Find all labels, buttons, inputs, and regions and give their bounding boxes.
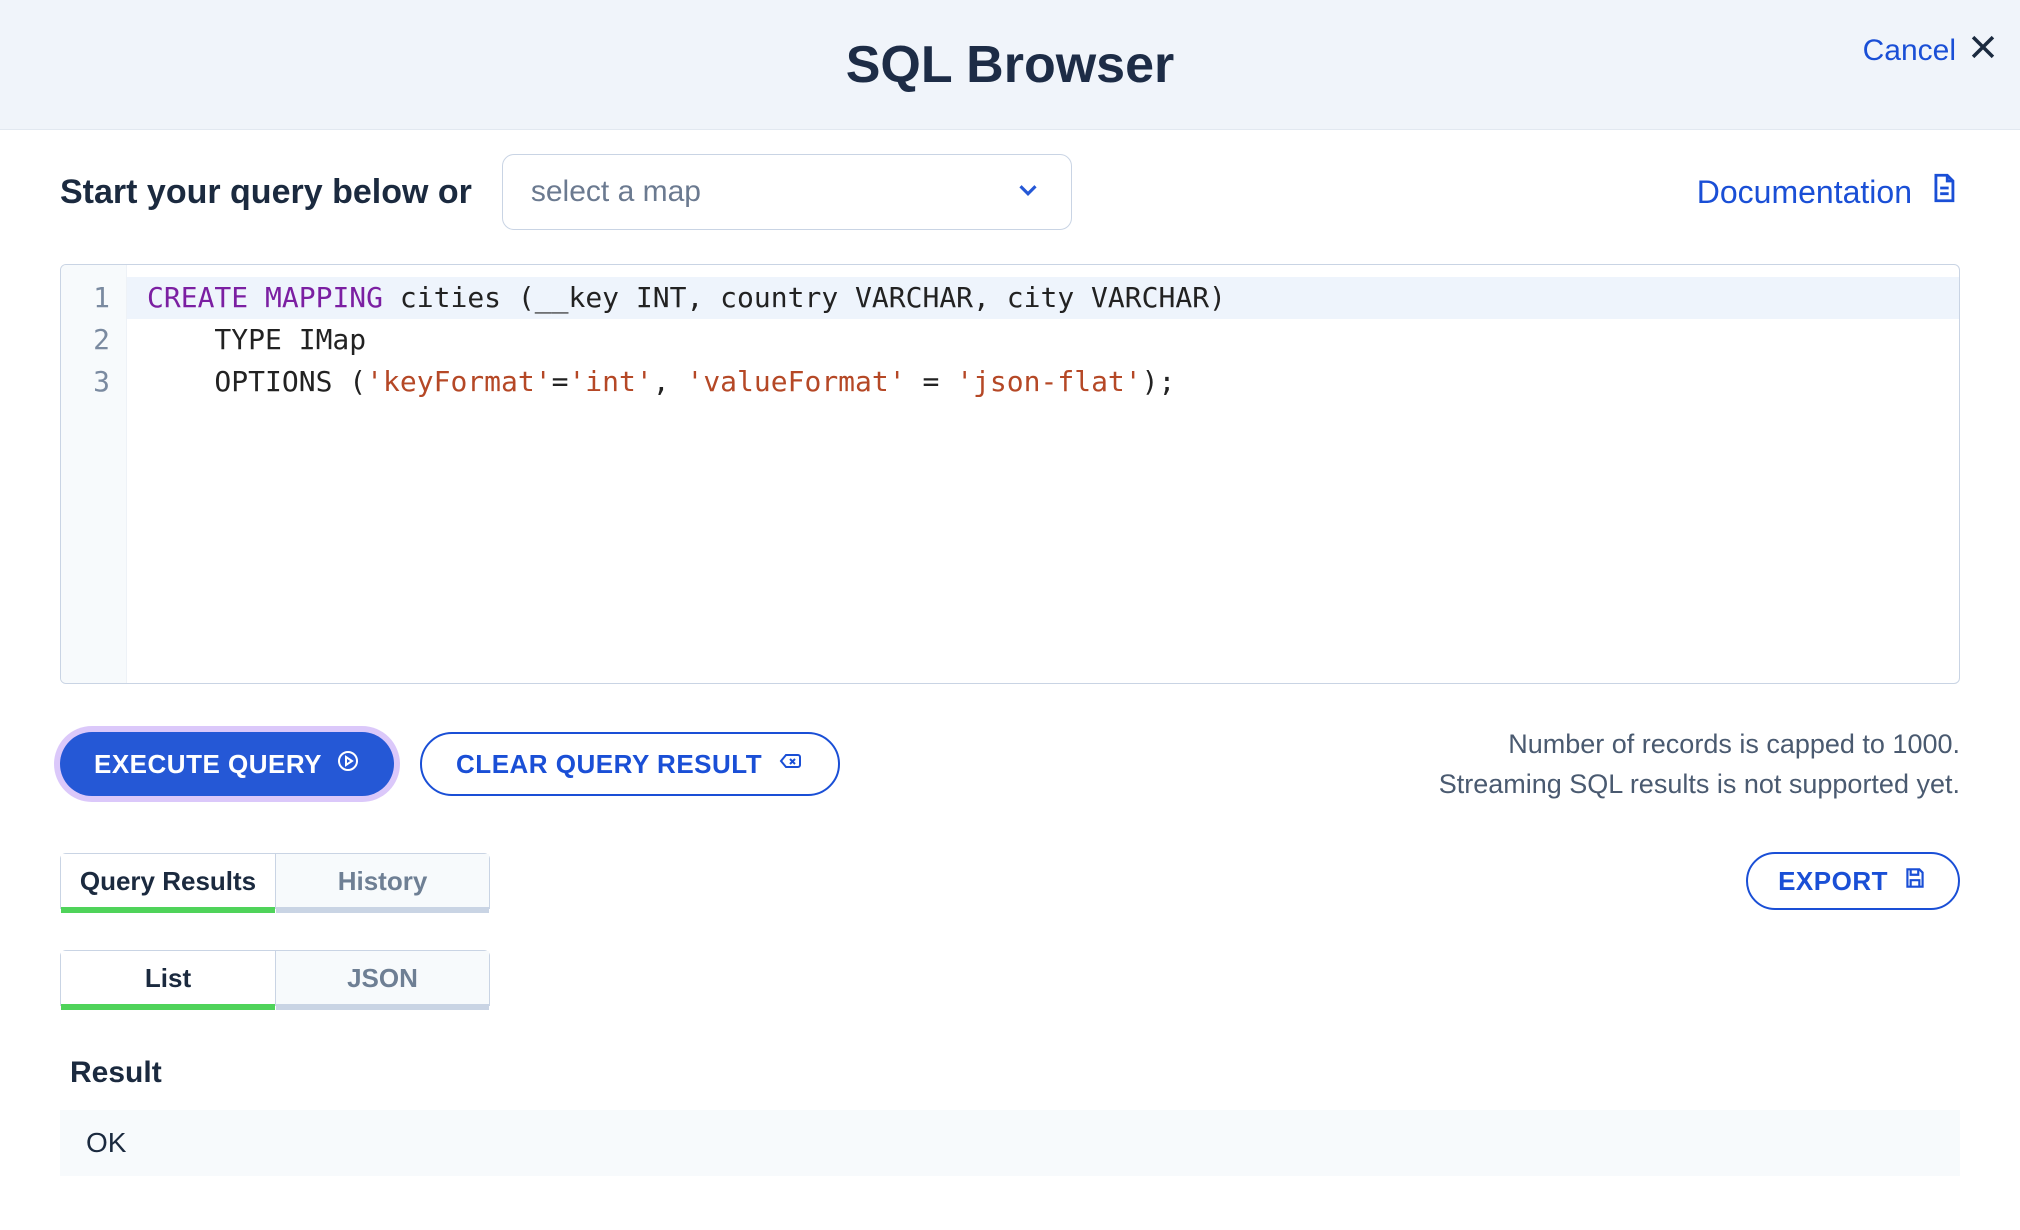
gutter-line: 1 xyxy=(61,277,126,319)
result-header: Result xyxy=(60,1056,1960,1090)
execute-query-label: EXECUTE QUERY xyxy=(94,749,322,780)
result-value: OK xyxy=(86,1127,126,1159)
start-query-label: Start your query below or xyxy=(60,173,472,212)
map-select-dropdown[interactable]: select a map xyxy=(502,154,1072,230)
documentation-link[interactable]: Documentation xyxy=(1697,171,1960,213)
tab-history[interactable]: History xyxy=(275,854,489,908)
export-label: EXPORT xyxy=(1778,866,1888,897)
play-icon xyxy=(336,749,360,780)
backspace-icon xyxy=(776,749,804,780)
records-cap-note: Number of records is capped to 1000. Str… xyxy=(1439,724,1960,804)
gutter-line: 3 xyxy=(61,361,126,403)
cancel-label: Cancel xyxy=(1863,34,1956,68)
document-icon xyxy=(1926,171,1960,213)
tab-query-results[interactable]: Query Results xyxy=(61,854,275,908)
clear-query-result-button[interactable]: CLEAR QUERY RESULT xyxy=(420,732,840,796)
sql-editor[interactable]: 1 2 3 CREATE MAPPING cities (__key INT, … xyxy=(60,264,1960,684)
tab-list[interactable]: List xyxy=(61,951,275,1005)
sql-browser-modal: SQL Browser Cancel Start your query belo… xyxy=(0,0,2020,1176)
close-icon xyxy=(1966,30,2000,72)
gutter-line: 2 xyxy=(61,319,126,361)
tab-json[interactable]: JSON xyxy=(275,951,489,1005)
editor-code: CREATE MAPPING cities (__key INT, countr… xyxy=(127,265,1959,683)
list-json-segment: List JSON xyxy=(60,950,490,1006)
results-history-segment: Query Results History xyxy=(60,853,490,909)
clear-query-result-label: CLEAR QUERY RESULT xyxy=(456,749,762,780)
modal-header: SQL Browser Cancel xyxy=(0,0,2020,130)
cancel-button[interactable]: Cancel xyxy=(1863,30,2000,72)
execute-query-button[interactable]: EXECUTE QUERY xyxy=(60,732,394,796)
documentation-label: Documentation xyxy=(1697,174,1912,211)
save-icon xyxy=(1902,865,1928,898)
modal-title: SQL Browser xyxy=(846,35,1174,95)
map-select-placeholder: select a map xyxy=(531,175,701,209)
editor-gutter: 1 2 3 xyxy=(61,265,127,683)
export-button[interactable]: EXPORT xyxy=(1746,852,1960,910)
chevron-down-icon xyxy=(1013,175,1043,210)
result-value-row: OK xyxy=(60,1110,1960,1176)
